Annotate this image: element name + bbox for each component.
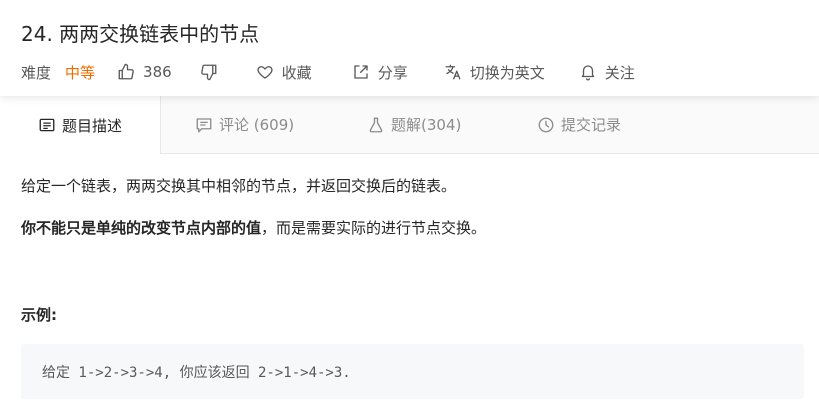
share-button[interactable]: 分享 <box>352 62 408 83</box>
tab-description[interactable]: 题目描述 <box>0 96 161 154</box>
tab-comments[interactable]: 评论 (609) <box>195 96 294 153</box>
switch-language-label: 切换为英文 <box>469 63 545 82</box>
difficulty-label: 难度 <box>21 63 52 82</box>
favorite-label: 收藏 <box>281 63 312 82</box>
bell-icon <box>579 63 597 81</box>
favorite-button[interactable]: 收藏 <box>256 62 312 83</box>
difficulty-value: 中等 <box>65 63 96 82</box>
clock-icon <box>538 117 554 132</box>
description-rest-text: ，而是需要实际的进行节点交换。 <box>261 219 487 237</box>
example-code-block: 给定 1->2->3->4, 你应该返回 2->1->4->3. <box>21 344 804 399</box>
tab-solutions[interactable]: 题解(304) <box>367 96 461 153</box>
like-button[interactable]: 386 <box>117 63 200 81</box>
example-code: 给定 1->2->3->4, 你应该返回 2->1->4->3. <box>42 365 351 381</box>
tab-solutions-label: 题解(304) <box>391 116 462 134</box>
flask-icon <box>369 117 383 132</box>
tab-submissions-label: 提交记录 <box>561 116 622 134</box>
tab-submissions[interactable]: 提交记录 <box>537 96 621 153</box>
example-title: 示例: <box>21 306 57 324</box>
problem-title: 24. 两两交换链表中的节点 <box>21 22 260 46</box>
problem-meta-bar: 难度 中等 386 收藏 分享 切换为英文 关注 <box>21 60 635 84</box>
comment-icon <box>196 117 212 132</box>
share-label: 分享 <box>377 63 408 82</box>
dislike-button[interactable] <box>200 63 218 81</box>
description-icon <box>39 118 55 132</box>
tab-comments-label: 评论 (609) <box>219 116 295 134</box>
follow-button[interactable]: 关注 <box>579 62 635 83</box>
share-icon <box>352 63 370 81</box>
translate-icon <box>444 63 462 81</box>
description-paragraph-2: 你不能只是单纯的改变节点内部的值，而是需要实际的进行节点交换。 <box>21 217 486 238</box>
tab-description-label: 题目描述 <box>61 116 122 135</box>
description-paragraph-1: 给定一个链表，两两交换其中相邻的节点，并返回交换后的链表。 <box>21 177 457 195</box>
thumbs-down-icon <box>200 63 218 81</box>
heart-icon <box>256 63 274 81</box>
problem-header: 24. 两两交换链表中的节点 难度 中等 386 收藏 分享 切换为英文 关注 <box>0 0 819 96</box>
switch-language-button[interactable]: 切换为英文 <box>444 62 545 83</box>
problem-tabs: 题目描述 评论 (609) 题解(304) 提交记录 <box>0 96 819 154</box>
follow-label: 关注 <box>604 63 635 82</box>
description-bold-text: 你不能只是单纯的改变节点内部的值 <box>21 219 262 237</box>
like-count: 386 <box>143 63 172 81</box>
thumbs-up-icon <box>117 63 135 81</box>
